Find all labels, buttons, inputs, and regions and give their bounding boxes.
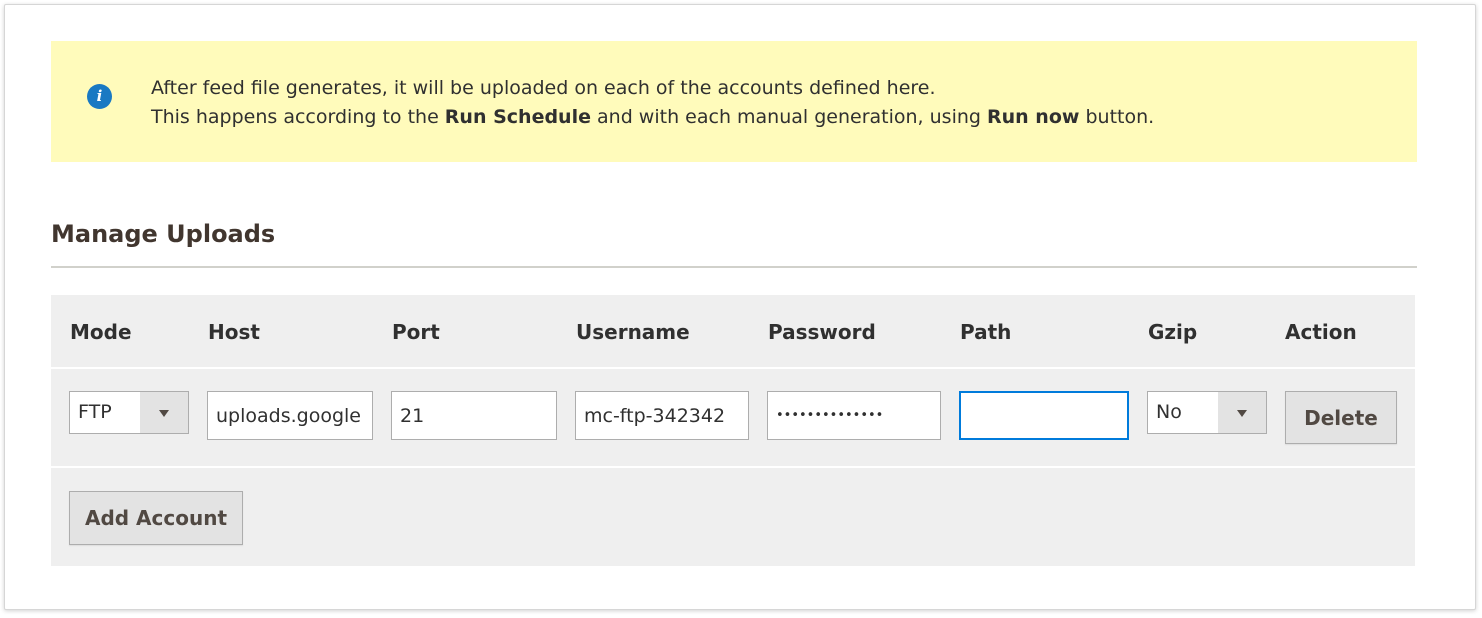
info-icon: i — [87, 84, 112, 109]
notice-line-2: This happens according to the Run Schedu… — [151, 106, 1155, 128]
host-input[interactable] — [207, 391, 373, 440]
mode-select-value: FTP — [78, 401, 112, 423]
run-now-text: Run now — [987, 106, 1080, 128]
column-header-gzip: Gzip — [1148, 320, 1198, 344]
section-title: Manage Uploads — [51, 220, 276, 248]
password-input[interactable]: •••••••••••••• — [767, 391, 941, 440]
uploads-table: Mode Host Port Username Password Path Gz… — [51, 295, 1415, 566]
path-input[interactable] — [959, 391, 1129, 440]
section-divider — [51, 266, 1417, 268]
gzip-select[interactable]: No — [1147, 391, 1267, 434]
delete-button[interactable]: Delete — [1285, 391, 1397, 444]
column-header-path: Path — [960, 320, 1012, 344]
column-header-password: Password — [768, 320, 876, 344]
uploads-panel: i After feed file generates, it will be … — [4, 4, 1476, 610]
mode-select[interactable]: FTP — [69, 391, 189, 434]
chevron-down-icon — [1237, 409, 1247, 417]
notice-line-1: After feed file generates, it will be up… — [151, 77, 936, 99]
add-account-button[interactable]: Add Account — [69, 491, 243, 545]
chevron-down-icon — [159, 409, 169, 417]
port-input[interactable] — [391, 391, 557, 440]
password-mask: •••••••••••••• — [776, 408, 884, 423]
column-header-host: Host — [208, 320, 260, 344]
username-input[interactable] — [575, 391, 749, 440]
run-schedule-text: Run Schedule — [444, 106, 591, 128]
gzip-select-value: No — [1156, 401, 1182, 423]
row-separator — [51, 466, 1415, 468]
notice-message: After feed file generates, it will be up… — [151, 74, 1154, 132]
info-notice: i After feed file generates, it will be … — [51, 41, 1417, 162]
column-header-mode: Mode — [70, 320, 132, 344]
header-separator — [51, 367, 1415, 369]
column-header-username: Username — [576, 320, 690, 344]
column-header-action: Action — [1285, 320, 1357, 344]
column-header-port: Port — [392, 320, 440, 344]
